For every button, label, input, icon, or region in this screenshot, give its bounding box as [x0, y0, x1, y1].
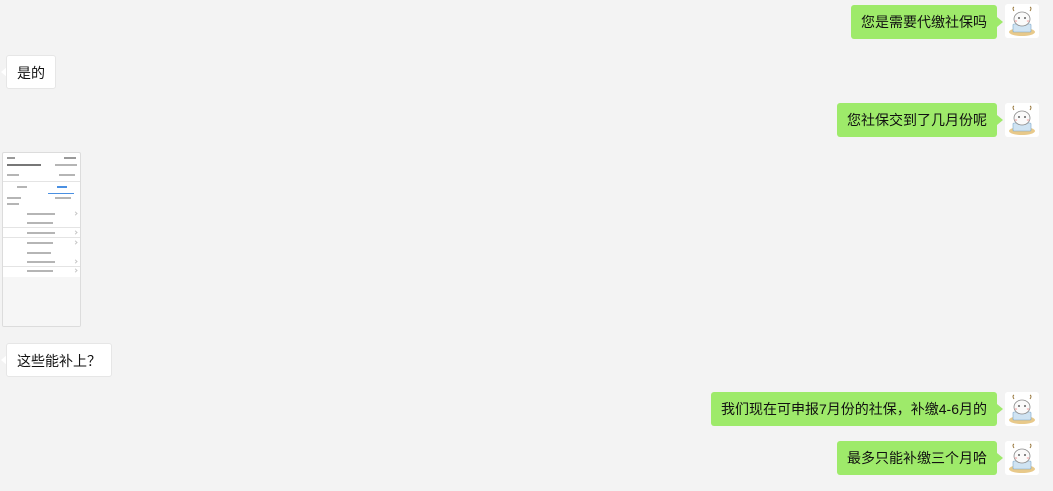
incoming-message-bubble[interactable]: 这些能补上？ — [6, 343, 112, 377]
message-row: 您社保交到了几月份呢 — [0, 103, 1053, 143]
bubble-tail — [997, 404, 1003, 414]
sheep-avatar-icon[interactable] — [1005, 441, 1039, 475]
sheep-avatar-icon[interactable] — [1005, 392, 1039, 426]
incoming-message-bubble[interactable]: 是的 — [6, 55, 56, 89]
message-row: 我们现在可申报7月份的社保，补缴4-6月的 — [0, 392, 1053, 432]
bubble-tail — [997, 453, 1003, 463]
sheep-avatar-icon[interactable] — [1005, 103, 1039, 137]
thumb-tabs — [3, 186, 80, 194]
screenshot-thumbnail[interactable] — [2, 152, 81, 327]
chat-window: 您是需要代缴社保吗 是的 您社保交到了几月份呢 这些能补上？ 我们现在可申报7月… — [0, 0, 1053, 491]
outgoing-message-bubble[interactable]: 您是需要代缴社保吗 — [851, 5, 997, 39]
outgoing-message-bubble[interactable]: 我们现在可申报7月份的社保，补缴4-6月的 — [710, 392, 997, 426]
message-row: 最多只能补缴三个月哈 — [0, 441, 1053, 481]
outgoing-message-bubble[interactable]: 您社保交到了几月份呢 — [837, 103, 997, 137]
message-row: 这些能补上？ — [0, 343, 1053, 383]
thumb-status-bar — [7, 155, 76, 160]
bubble-tail — [997, 17, 1003, 27]
message-row: 您是需要代缴社保吗 — [0, 4, 1053, 45]
outgoing-message-bubble[interactable]: 最多只能补缴三个月哈 — [837, 441, 997, 475]
sheep-avatar-icon[interactable] — [1005, 4, 1039, 38]
message-row: 是的 — [0, 55, 1053, 95]
bubble-tail — [997, 115, 1003, 125]
